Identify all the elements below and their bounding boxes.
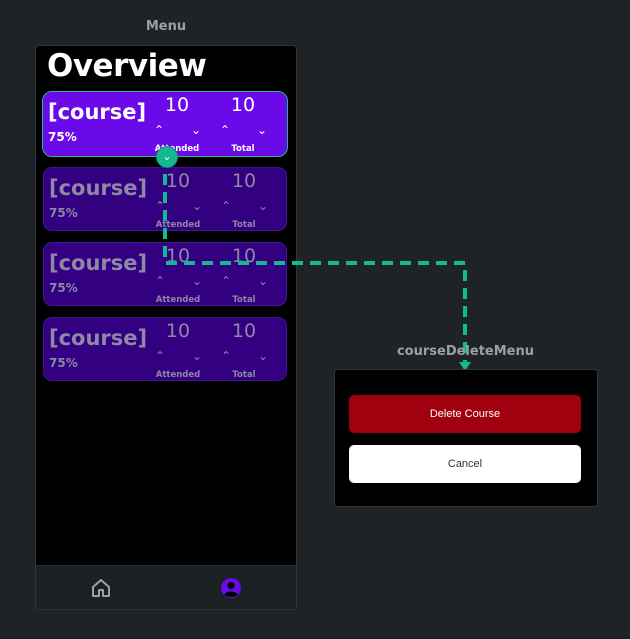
course-percent: 75% bbox=[49, 356, 78, 370]
attended-decrement-button[interactable]: ⌄ bbox=[189, 123, 203, 137]
total-label: Total bbox=[232, 220, 256, 230]
total-increment-button[interactable]: ⌃ bbox=[218, 123, 232, 137]
course-card[interactable]: [course] 75% 10 10 ⌃ ⌄ ⌃ ⌄ Attended Tota… bbox=[43, 167, 287, 231]
course-card[interactable]: [course] 75% 10 10 ⌃ ⌄ ⌃ ⌄ Attended Tota… bbox=[43, 242, 287, 306]
attended-label: Attended bbox=[155, 295, 201, 305]
phone-screen: Overview [course] 75% 10 10 ⌃ ⌄ ⌃ ⌄ Atte… bbox=[35, 45, 297, 610]
course-name: [course] bbox=[48, 100, 147, 124]
attended-increment-button[interactable]: ⌃ bbox=[153, 199, 167, 213]
attended-increment-button[interactable]: ⌃ bbox=[152, 123, 166, 137]
account-circle-icon[interactable] bbox=[219, 576, 243, 600]
course-delete-menu: Delete Course Cancel bbox=[334, 369, 598, 507]
course-name: [course] bbox=[49, 176, 148, 200]
home-icon[interactable] bbox=[89, 576, 113, 600]
total-count: 10 bbox=[231, 245, 257, 267]
total-count: 10 bbox=[230, 94, 256, 116]
total-increment-button[interactable]: ⌃ bbox=[219, 349, 233, 363]
total-label: Total bbox=[232, 370, 256, 380]
total-count: 10 bbox=[231, 320, 257, 342]
bottom-navigation bbox=[36, 565, 296, 609]
total-decrement-button[interactable]: ⌄ bbox=[256, 274, 270, 288]
course-percent: 75% bbox=[49, 206, 78, 220]
course-name: [course] bbox=[49, 326, 148, 350]
total-decrement-button[interactable]: ⌄ bbox=[255, 123, 269, 137]
page-title: Overview bbox=[47, 48, 207, 84]
frame-label-menu: Menu bbox=[145, 19, 187, 34]
attended-count: 10 bbox=[165, 170, 191, 192]
attended-decrement-button[interactable]: ⌄ bbox=[190, 274, 204, 288]
attended-label: Attended bbox=[155, 220, 201, 230]
total-increment-button[interactable]: ⌃ bbox=[219, 274, 233, 288]
attended-count: 10 bbox=[164, 94, 190, 116]
delete-course-button[interactable]: Delete Course bbox=[349, 395, 581, 433]
attended-increment-button[interactable]: ⌃ bbox=[153, 349, 167, 363]
total-decrement-button[interactable]: ⌄ bbox=[256, 349, 270, 363]
attended-count: 10 bbox=[165, 245, 191, 267]
total-count: 10 bbox=[231, 170, 257, 192]
attended-decrement-button[interactable]: ⌄ bbox=[190, 349, 204, 363]
total-label: Total bbox=[231, 144, 255, 154]
frame-label-course-delete-menu: courseDeleteMenu bbox=[396, 344, 535, 359]
connector-handle[interactable]: ⌄ bbox=[156, 146, 178, 168]
attended-label: Attended bbox=[155, 370, 201, 380]
cancel-button[interactable]: Cancel bbox=[349, 445, 581, 483]
course-percent: 75% bbox=[49, 281, 78, 295]
attended-count: 10 bbox=[165, 320, 191, 342]
course-name: [course] bbox=[49, 251, 148, 275]
attended-decrement-button[interactable]: ⌄ bbox=[190, 199, 204, 213]
attended-increment-button[interactable]: ⌃ bbox=[153, 274, 167, 288]
course-card[interactable]: [course] 75% 10 10 ⌃ ⌄ ⌃ ⌄ Attended Tota… bbox=[43, 317, 287, 381]
course-percent: 75% bbox=[48, 130, 77, 144]
total-label: Total bbox=[232, 295, 256, 305]
total-decrement-button[interactable]: ⌄ bbox=[256, 199, 270, 213]
total-increment-button[interactable]: ⌃ bbox=[219, 199, 233, 213]
